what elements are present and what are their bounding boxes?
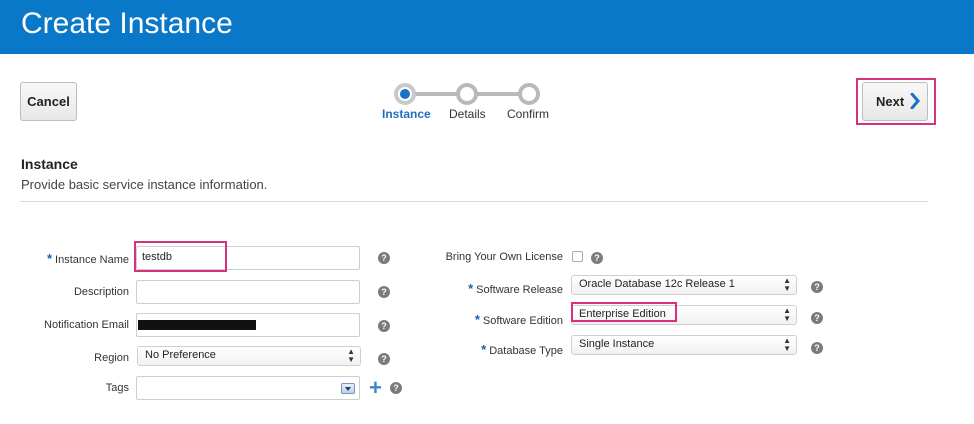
byol-label: Bring Your Own License (445, 251, 563, 263)
updown-arrows-icon: ▲ ▼ (347, 347, 355, 364)
question-circle-icon[interactable]: ? (811, 312, 823, 324)
database-type-select[interactable]: Single Instance ▲ ▼ (571, 335, 797, 355)
notification-email-label: Notification Email (44, 319, 129, 331)
section-subtitle: Provide basic service instance informati… (21, 177, 268, 192)
question-circle-icon[interactable]: ? (378, 320, 390, 332)
required-marker: * (481, 342, 487, 357)
train-label-confirm[interactable]: Confirm (507, 107, 549, 121)
cancel-button[interactable]: Cancel (20, 82, 77, 121)
required-marker: * (46, 251, 53, 266)
question-circle-icon[interactable]: ? (811, 342, 823, 354)
region-select[interactable]: No Preference ▲ ▼ (137, 346, 361, 366)
database-type-label-text: Database Type (489, 345, 563, 357)
question-circle-icon[interactable]: ? (378, 286, 390, 298)
region-value: No Preference (145, 349, 216, 361)
question-circle-icon[interactable]: ? (390, 382, 402, 394)
description-input[interactable] (136, 280, 360, 304)
divider (20, 201, 928, 202)
software-release-label-text: Software Release (476, 284, 563, 296)
updown-arrows-icon: ▲ ▼ (783, 276, 791, 293)
software-edition-highlight (571, 302, 677, 322)
tags-input[interactable] (136, 376, 360, 400)
next-button[interactable]: Next (862, 82, 928, 121)
train-label-details[interactable]: Details (449, 107, 486, 121)
train-label-instance[interactable]: Instance (382, 107, 431, 121)
software-release-select[interactable]: Oracle Database 12c Release 1 ▲ ▼ (571, 275, 797, 295)
byol-checkbox[interactable] (572, 251, 583, 262)
section-title: Instance (21, 156, 78, 172)
train-connector (414, 92, 460, 96)
next-label: Next (876, 94, 905, 109)
train-step-confirm[interactable] (518, 83, 540, 105)
tags-label: Tags (105, 382, 129, 394)
required-marker: * (468, 281, 474, 296)
software-release-value: Oracle Database 12c Release 1 (579, 278, 735, 290)
train-connector (476, 92, 522, 96)
question-circle-icon[interactable]: ? (378, 353, 390, 365)
description-label: Description (73, 286, 129, 298)
database-type-value: Single Instance (579, 338, 655, 350)
chevron-right-icon (910, 93, 920, 109)
page-title: Create Instance (21, 7, 233, 40)
updown-arrows-icon: ▲ ▼ (783, 306, 791, 323)
instance-name-highlight (134, 241, 227, 272)
software-release-label: * Software Release (430, 281, 563, 296)
redacted-email (138, 320, 256, 330)
dropdown-arrow-icon[interactable] (341, 383, 355, 394)
database-type-label: * Database Type (430, 342, 563, 357)
question-circle-icon[interactable]: ? (378, 252, 390, 264)
region-label: Region (94, 352, 129, 364)
software-edition-label-text: Software Edition (482, 315, 563, 327)
page-header: Create Instance (0, 0, 974, 54)
question-circle-icon[interactable]: ? (591, 252, 603, 264)
software-edition-label: * Software Edition (430, 312, 563, 327)
plus-icon[interactable]: + (369, 377, 382, 399)
train-step-instance[interactable] (394, 83, 416, 105)
train-step-details[interactable] (456, 83, 478, 105)
instance-name-label-text: Instance Name (55, 254, 129, 266)
question-circle-icon[interactable]: ? (811, 281, 823, 293)
updown-arrows-icon: ▲ ▼ (783, 336, 791, 353)
instance-name-label: * Instance Name (30, 251, 129, 266)
required-marker: * (474, 312, 480, 327)
